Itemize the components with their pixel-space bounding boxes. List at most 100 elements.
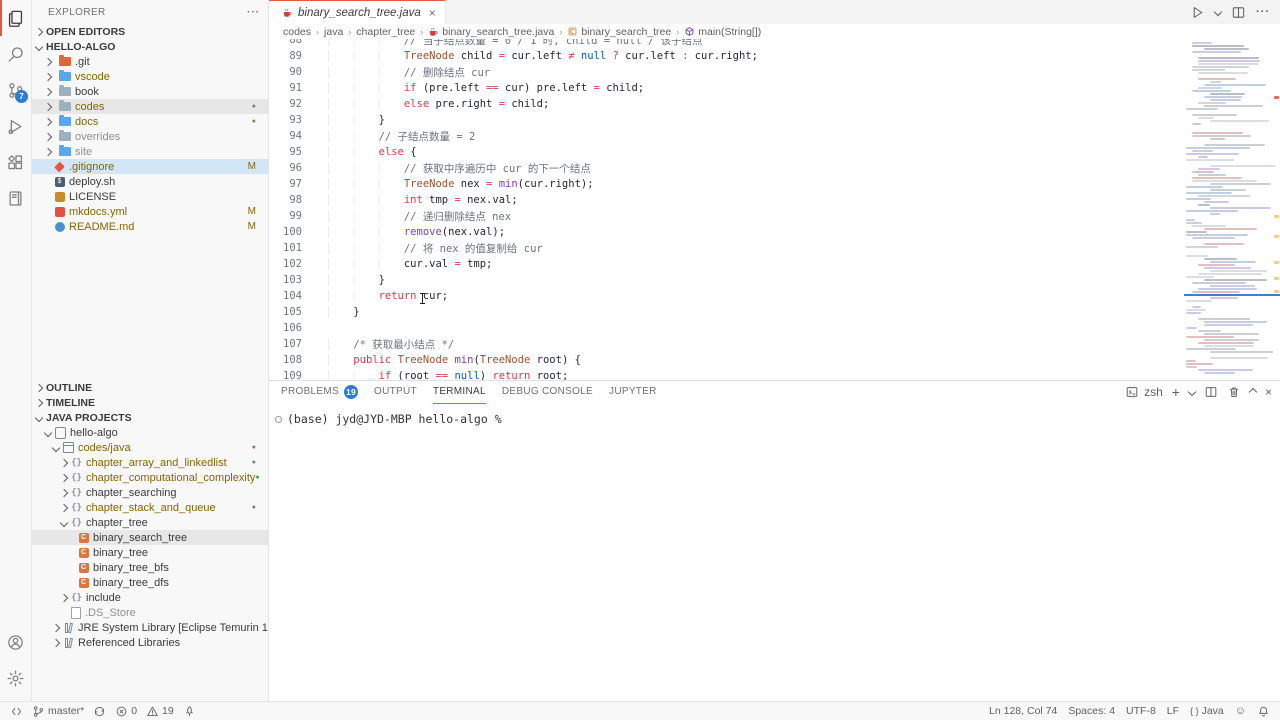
status-feedback[interactable]: ☺ <box>1235 705 1246 717</box>
java-tree--ds_store[interactable]: .DS_Store <box>32 605 268 620</box>
status-cursor-position[interactable]: Ln 128, Col 74 <box>989 705 1057 717</box>
tree-folder-codes[interactable]: codes● <box>32 99 268 114</box>
line-number[interactable]: 88 <box>269 39 328 46</box>
status-eol[interactable]: LF <box>1167 705 1179 717</box>
status-sync[interactable] <box>93 705 106 718</box>
line-number[interactable]: 89 <box>269 50 328 62</box>
status-indentation[interactable]: Spaces: 4 <box>1068 705 1115 717</box>
shell-label[interactable]: zsh <box>1144 385 1163 399</box>
status-notifications[interactable] <box>1257 705 1270 718</box>
panel-tab-jupyter[interactable]: JUPYTER <box>609 381 657 404</box>
explorer-more-actions-button[interactable]: ··· <box>247 7 260 18</box>
java-tree-chapter_tree[interactable]: {}chapter_tree <box>32 515 268 530</box>
more-actions-button[interactable]: ··· <box>1256 6 1270 18</box>
tree-file-README.md[interactable]: README.mdM <box>32 219 268 234</box>
line-number[interactable]: 104 <box>269 290 328 302</box>
line-number[interactable]: 106 <box>269 322 328 334</box>
close-panel-button[interactable]: × <box>1265 385 1272 399</box>
status-language-mode[interactable]: { }Java <box>1190 705 1224 717</box>
java-tree-hello-algo[interactable]: hello-algo <box>32 425 268 440</box>
line-number[interactable]: 92 <box>269 98 328 110</box>
code-line[interactable]: 94 // 子结点数量 = 2 <box>269 128 1184 144</box>
status-errors[interactable]: 0 <box>115 705 137 718</box>
java-tree-chapter_stack_and_queue[interactable]: {}chapter_stack_and_queue● <box>32 500 268 515</box>
code-line[interactable]: 88 // 当子结点数量 = 0 / 1 时, child = null / 该… <box>269 39 1184 48</box>
code-line[interactable]: 93 } <box>269 112 1184 128</box>
explorer-icon[interactable] <box>0 0 31 36</box>
line-number[interactable]: 105 <box>269 306 328 318</box>
panel-tab-output[interactable]: OUTPUT <box>374 381 417 404</box>
code-line[interactable]: 100 remove(nex.val); <box>269 224 1184 240</box>
breadcrumb-chapter_tree[interactable]: chapter_tree <box>356 26 415 38</box>
code-line[interactable]: 107 /* 获取最小结点 */ <box>269 336 1184 352</box>
code-line[interactable]: 90 // 删除结点 cur <box>269 64 1184 80</box>
code-line[interactable]: 108 public TreeNode min(TreeNode root) { <box>269 352 1184 368</box>
java-tree-chapter_computational_complexity[interactable]: {}chapter_computational_complexity● <box>32 470 268 485</box>
panel-tab-problems[interactable]: PROBLEMS19 <box>281 381 358 404</box>
line-number[interactable]: 90 <box>269 66 328 78</box>
kill-terminal-button[interactable] <box>1227 385 1241 399</box>
code-line[interactable]: 105 } <box>269 304 1184 320</box>
code-line[interactable]: 106 <box>269 320 1184 336</box>
java-tree-binary_search_tree[interactable]: Cbinary_search_tree <box>32 530 268 545</box>
code-line[interactable]: 91 if (pre.left == cur) pre.left = child… <box>269 80 1184 96</box>
tree-folder-book[interactable]: book <box>32 84 268 99</box>
settings-icon[interactable] <box>0 660 31 696</box>
java-tree-binary_tree[interactable]: Cbinary_tree <box>32 545 268 560</box>
split-terminal-button[interactable] <box>1204 385 1218 399</box>
extensions-icon[interactable] <box>0 144 31 180</box>
source-control-icon[interactable]: 7 <box>0 72 31 108</box>
tab-binary-search-tree[interactable]: binary_search_tree.java × <box>269 0 446 25</box>
tab-close-icon[interactable]: × <box>429 6 436 20</box>
code-line[interactable]: 99 // 递归删除结点 nex <box>269 208 1184 224</box>
breadcrumb-binary_search_tree[interactable]: binary_search_tree <box>567 26 671 38</box>
breadcrumb-java[interactable]: java <box>324 26 343 38</box>
run-dropdown-chevron[interactable] <box>1215 9 1221 15</box>
code-line[interactable]: 98 int tmp = nex.val; <box>269 192 1184 208</box>
terminal-dropdown-chevron[interactable] <box>1189 389 1195 395</box>
outline-section[interactable]: OUTLINE <box>32 380 268 395</box>
maximize-panel-button[interactable] <box>1250 389 1256 395</box>
line-number[interactable]: 93 <box>269 114 328 126</box>
line-number[interactable]: 97 <box>269 178 328 190</box>
java-tree-include[interactable]: {}include <box>32 590 268 605</box>
panel-tab-debug-console[interactable]: DEBUG CONSOLE <box>502 381 593 404</box>
tree-folder-overrides[interactable]: overrides <box>32 129 268 144</box>
status-encoding[interactable]: UTF-8 <box>1126 705 1156 717</box>
root-folder-section[interactable]: HELLO-ALGO <box>32 39 268 54</box>
line-number[interactable]: 100 <box>269 226 328 238</box>
code-line[interactable]: 103 } <box>269 272 1184 288</box>
line-number[interactable]: 95 <box>269 146 328 158</box>
code-line[interactable]: 101 // 将 nex 的值复制给 cur <box>269 240 1184 256</box>
line-number[interactable]: 91 <box>269 82 328 94</box>
run-button[interactable] <box>1190 5 1205 20</box>
status-warnings[interactable]: 19 <box>146 705 174 718</box>
status-java-server-mode[interactable] <box>183 705 196 718</box>
java-tree-binary_tree_bfs[interactable]: Cbinary_tree_bfs <box>32 560 268 575</box>
line-number[interactable]: 98 <box>269 194 328 206</box>
line-number[interactable]: 102 <box>269 258 328 270</box>
line-number[interactable]: 109 <box>269 370 328 380</box>
tree-file-deploy.sh[interactable]: $deploy.sh <box>32 174 268 189</box>
breadcrumb-codes[interactable]: codes <box>283 26 311 38</box>
code-line[interactable]: 92 else pre.right = child; <box>269 96 1184 112</box>
breadcrumb-binary_search_tree.java[interactable]: binary_search_tree.java <box>428 26 554 38</box>
line-number[interactable]: 108 <box>269 354 328 366</box>
open-editors-section[interactable]: OPEN EDITORS <box>32 24 268 39</box>
java-tree-binary_tree_dfs[interactable]: Cbinary_tree_dfs <box>32 575 268 590</box>
code-line[interactable]: 97 TreeNode nex = min(cur.right); <box>269 176 1184 192</box>
search-icon[interactable] <box>0 36 31 72</box>
minimap[interactable] <box>1184 39 1280 380</box>
code-line[interactable]: 104 return cur; <box>269 288 1184 304</box>
line-number[interactable]: 96 <box>269 162 328 174</box>
java-tree-chapter_array_and_linkedlist[interactable]: {}chapter_array_and_linkedlist● <box>32 455 268 470</box>
tree-folder-vscode[interactable]: vscode <box>32 69 268 84</box>
java-tree-chapter_searching[interactable]: {}chapter_searching <box>32 485 268 500</box>
line-number[interactable]: 101 <box>269 242 328 254</box>
java-tree-jre-system-library-eclipse-temurin-17-17-[interactable]: JRE System Library [Eclipse Temurin 17 [… <box>32 620 268 635</box>
panel-tab-terminal[interactable]: TERMINAL <box>433 381 486 404</box>
java-tree-codes-java[interactable]: codes/java● <box>32 440 268 455</box>
tree-file-LICENSE[interactable]: LICENSE <box>32 189 268 204</box>
tree-file-mkdocs.yml[interactable]: mkdocs.ymlM <box>32 204 268 219</box>
status-git-branch[interactable]: master* <box>32 705 84 718</box>
